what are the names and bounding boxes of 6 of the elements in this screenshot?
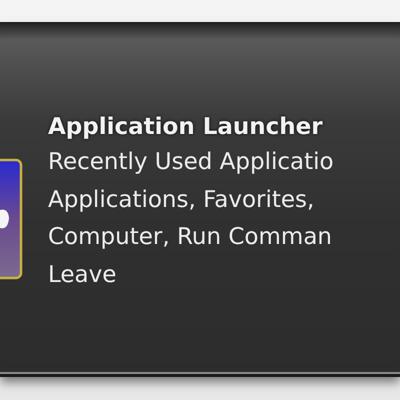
tooltip-text: Computer, Run Comman — [48, 223, 333, 252]
launcher-icon — [0, 158, 24, 280]
tooltip-title: Application Launcher — [48, 113, 324, 142]
tooltip-text: Leave — [48, 260, 118, 290]
tooltip-text: Applications, Favorites, — [48, 186, 316, 214]
tooltip-text: Recently Used Applicatio — [48, 148, 334, 177]
